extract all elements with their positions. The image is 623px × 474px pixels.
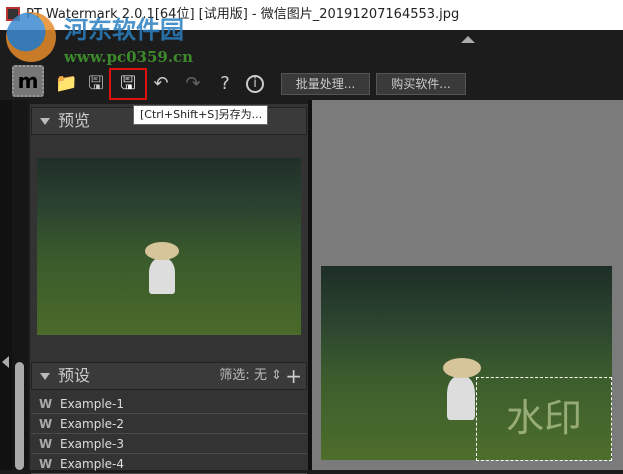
save-as-icon[interactable]: 🖫 [117, 72, 139, 96]
watermark-icon: W [39, 457, 53, 471]
left-strip [0, 100, 12, 470]
watermark-icon: W [39, 417, 53, 431]
add-preset-button[interactable]: + [285, 363, 302, 389]
open-folder-icon[interactable]: 📁 [55, 72, 77, 96]
app-icon [6, 7, 20, 21]
preset-item[interactable]: W Example-3 [31, 434, 307, 454]
save-icon[interactable]: 🖫 [85, 72, 107, 96]
watermark-icon: W [39, 437, 53, 451]
preview-title: 预览 [58, 111, 91, 130]
preview-image [37, 158, 301, 335]
buy-software-button[interactable]: 购买软件... [376, 73, 466, 95]
window-title: PT Watermark 2.0.1[64位] [试用版] - 微信图片_201… [26, 7, 460, 22]
presets-title: 预设 [58, 366, 91, 385]
watermark-icon: W [39, 397, 53, 411]
triangle-down-icon [40, 118, 50, 125]
app-logo-button[interactable]: m [12, 65, 44, 97]
help-icon[interactable]: ? [214, 72, 236, 96]
preset-item[interactable]: W Example-2 [31, 414, 307, 434]
save-as-tooltip: [Ctrl+Shift+S]另存为... [133, 105, 268, 125]
triangle-down-icon [40, 373, 50, 380]
batch-process-button[interactable]: 批量处理... [281, 73, 370, 95]
preset-item[interactable]: W Example-4 [31, 454, 307, 474]
collapse-toolbar-icon[interactable] [461, 36, 475, 43]
preset-item[interactable]: W Example-1 [31, 394, 307, 414]
info-icon[interactable]: i [246, 75, 264, 93]
title-bar: PT Watermark 2.0.1[64位] [试用版] - 微信图片_201… [0, 0, 623, 30]
watermark-text-box[interactable]: 水印 [476, 377, 612, 461]
presets-header: 预设 筛选: 无 ⇕ + [31, 362, 307, 390]
scrollbar-thumb[interactable] [15, 362, 24, 470]
redo-icon[interactable]: ↷ [182, 72, 204, 96]
collapse-left-icon[interactable] [2, 356, 9, 368]
undo-icon[interactable]: ↶ [150, 72, 172, 96]
